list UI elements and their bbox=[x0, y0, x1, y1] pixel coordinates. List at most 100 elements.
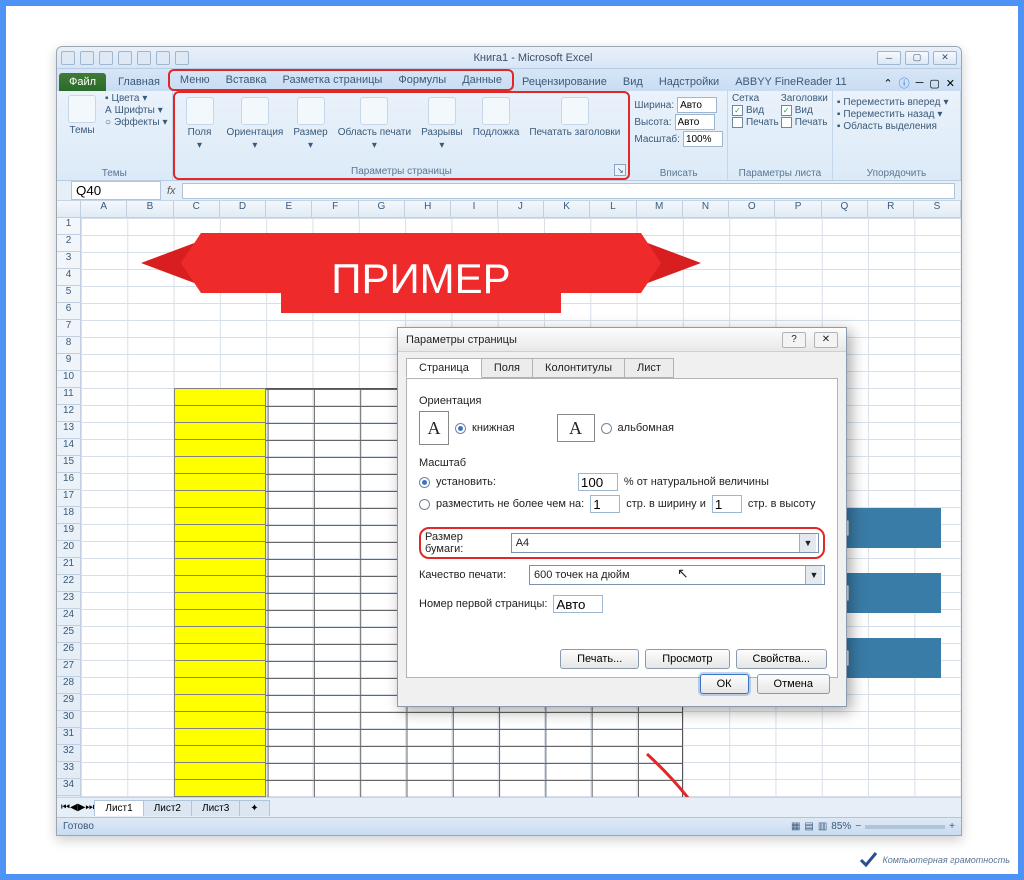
save-icon[interactable] bbox=[80, 51, 94, 65]
doc-min-icon[interactable]: ─ bbox=[916, 77, 924, 89]
dialog-tab-header[interactable]: Колонтитулы bbox=[532, 358, 625, 378]
qat-icon[interactable] bbox=[156, 51, 170, 65]
orientation-button[interactable]: Ориентация▾ bbox=[223, 95, 288, 153]
row-header[interactable]: 1 bbox=[57, 218, 80, 235]
row-header[interactable]: 14 bbox=[57, 439, 80, 456]
row-header[interactable]: 28 bbox=[57, 677, 80, 694]
width-input[interactable] bbox=[677, 97, 717, 113]
col-header[interactable]: Q bbox=[822, 201, 868, 217]
dialog-help-button[interactable]: ? bbox=[782, 332, 806, 348]
col-header[interactable]: I bbox=[451, 201, 497, 217]
row-header[interactable]: 15 bbox=[57, 456, 80, 473]
col-header[interactable]: D bbox=[220, 201, 266, 217]
formula-bar[interactable] bbox=[182, 183, 955, 199]
view-page-icon[interactable]: ▤ bbox=[804, 821, 813, 832]
help-icon[interactable]: ⓘ bbox=[899, 75, 910, 91]
tab-nav-first[interactable]: ⏮ bbox=[61, 802, 70, 813]
row-header[interactable]: 11 bbox=[57, 388, 80, 405]
row-header[interactable]: 4 bbox=[57, 269, 80, 286]
row-header[interactable]: 2 bbox=[57, 235, 80, 252]
page-setup-dialog-launcher[interactable]: ↘ bbox=[614, 164, 626, 176]
col-header[interactable]: B bbox=[127, 201, 173, 217]
row-header[interactable]: 23 bbox=[57, 592, 80, 609]
tab-menu[interactable]: Меню bbox=[172, 71, 218, 89]
landscape-radio[interactable] bbox=[601, 423, 612, 434]
row-header[interactable]: 5 bbox=[57, 286, 80, 303]
row-header[interactable]: 7 bbox=[57, 320, 80, 337]
col-header[interactable]: J bbox=[498, 201, 544, 217]
qat-icon[interactable] bbox=[175, 51, 189, 65]
col-header[interactable]: N bbox=[683, 201, 729, 217]
effects-button[interactable]: ○ Эффекты ▾ bbox=[105, 117, 168, 128]
tab-addins[interactable]: Надстройки bbox=[651, 73, 727, 91]
tab-home[interactable]: Главная bbox=[110, 73, 168, 91]
dialog-tab-sheet[interactable]: Лист bbox=[624, 358, 674, 378]
row-header[interactable]: 34 bbox=[57, 779, 80, 796]
margins-button[interactable]: Поля▾ bbox=[179, 95, 221, 153]
row-header[interactable]: 6 bbox=[57, 303, 80, 320]
close-button[interactable]: ✕ bbox=[933, 51, 957, 65]
row-header[interactable]: 21 bbox=[57, 558, 80, 575]
bring-forward-button[interactable]: ▪ Переместить вперед ▾ bbox=[837, 97, 956, 108]
row-header[interactable]: 18 bbox=[57, 507, 80, 524]
row-header[interactable]: 3 bbox=[57, 252, 80, 269]
fit-height-input[interactable] bbox=[712, 495, 742, 513]
print-titles-button[interactable]: Печатать заголовки bbox=[525, 95, 624, 140]
tab-insert[interactable]: Вставка bbox=[218, 71, 275, 89]
col-header[interactable]: F bbox=[312, 201, 358, 217]
tab-data[interactable]: Данные bbox=[454, 71, 510, 89]
preview-button[interactable]: Просмотр bbox=[645, 649, 729, 669]
redo-icon[interactable] bbox=[118, 51, 132, 65]
row-header[interactable]: 19 bbox=[57, 524, 80, 541]
fit-radio[interactable] bbox=[419, 499, 430, 510]
minimize-button[interactable]: ─ bbox=[877, 51, 901, 65]
row-header[interactable]: 24 bbox=[57, 609, 80, 626]
row-header[interactable]: 8 bbox=[57, 337, 80, 354]
col-header[interactable]: G bbox=[359, 201, 405, 217]
paper-size-combo[interactable]: A4 bbox=[511, 533, 819, 553]
fonts-button[interactable]: A Шрифты ▾ bbox=[105, 105, 168, 116]
tab-file[interactable]: Файл bbox=[59, 73, 106, 91]
scale-input[interactable] bbox=[683, 131, 723, 147]
zoom-in-button[interactable]: + bbox=[949, 821, 955, 832]
row-header[interactable]: 12 bbox=[57, 405, 80, 422]
tab-view[interactable]: Вид bbox=[615, 73, 651, 91]
undo-icon[interactable] bbox=[99, 51, 113, 65]
tab-nav-last[interactable]: ⏭ bbox=[85, 802, 94, 813]
minimize-ribbon-icon[interactable]: ⌃ bbox=[883, 77, 892, 90]
row-header[interactable]: 35 bbox=[57, 796, 80, 797]
fx-icon[interactable]: fx bbox=[167, 185, 176, 197]
fit-width-input[interactable] bbox=[590, 495, 620, 513]
row-header[interactable]: 25 bbox=[57, 626, 80, 643]
tab-nav-prev[interactable]: ◀ bbox=[70, 802, 78, 813]
sheet-tab[interactable]: Лист2 bbox=[143, 800, 192, 816]
properties-button[interactable]: Свойства... bbox=[736, 649, 827, 669]
grid-view-checkbox[interactable]: ✓ bbox=[732, 105, 743, 116]
row-header[interactable]: 13 bbox=[57, 422, 80, 439]
col-header[interactable]: H bbox=[405, 201, 451, 217]
row-header[interactable]: 26 bbox=[57, 643, 80, 660]
col-header[interactable]: O bbox=[729, 201, 775, 217]
height-input[interactable] bbox=[675, 114, 715, 130]
row-header[interactable]: 29 bbox=[57, 694, 80, 711]
breaks-button[interactable]: Разрывы▾ bbox=[417, 95, 467, 153]
col-header[interactable]: S bbox=[914, 201, 960, 217]
row-header[interactable]: 31 bbox=[57, 728, 80, 745]
first-page-input[interactable] bbox=[553, 595, 603, 613]
grid-print-checkbox[interactable] bbox=[732, 117, 743, 128]
send-backward-button[interactable]: ▪ Переместить назад ▾ bbox=[837, 109, 956, 120]
print-button[interactable]: Печать... bbox=[560, 649, 639, 669]
zoom-out-button[interactable]: − bbox=[855, 821, 861, 832]
tab-formulas[interactable]: Формулы bbox=[390, 71, 454, 89]
view-normal-icon[interactable]: ▦ bbox=[791, 821, 800, 832]
dialog-tab-margins[interactable]: Поля bbox=[481, 358, 533, 378]
row-header[interactable]: 20 bbox=[57, 541, 80, 558]
col-header[interactable]: A bbox=[81, 201, 127, 217]
row-header[interactable]: 32 bbox=[57, 745, 80, 762]
row-header[interactable]: 10 bbox=[57, 371, 80, 388]
sheet-tab[interactable]: Лист1 bbox=[94, 800, 143, 816]
tab-nav-next[interactable]: ▶ bbox=[78, 802, 86, 813]
sheet-tab[interactable]: Лист3 bbox=[191, 800, 240, 816]
col-header[interactable]: E bbox=[266, 201, 312, 217]
print-area-button[interactable]: Область печати▾ bbox=[334, 95, 415, 153]
